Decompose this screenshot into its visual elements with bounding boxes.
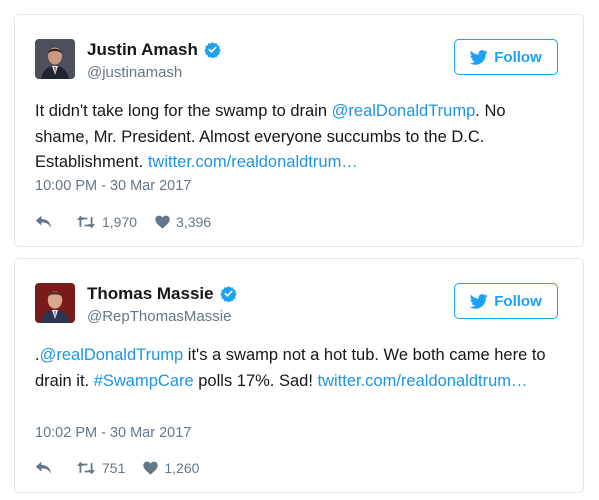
retweet-count: 751 [102, 460, 126, 476]
user-handle[interactable]: @justinamash [87, 64, 182, 81]
twitter-bird-icon [470, 49, 488, 65]
user-handle[interactable]: @RepThomasMassie [87, 308, 231, 325]
tweet-timestamp[interactable]: 10:00 PM - 30 Mar 2017 [35, 178, 191, 194]
avatar[interactable] [35, 283, 75, 323]
heart-icon [143, 461, 159, 475]
display-name[interactable]: Thomas Massie [87, 284, 237, 307]
url-link[interactable]: twitter.com/realdonaldtrum… [318, 372, 528, 390]
verified-badge-icon [204, 41, 221, 63]
like-count: 1,260 [164, 460, 200, 476]
follow-button[interactable]: Follow [454, 39, 558, 75]
hashtag-link[interactable]: #SwampCare [94, 372, 194, 390]
like-button[interactable]: 1,260 [143, 460, 199, 476]
tweet-text-segment: It didn't take long for the swamp to dra… [35, 102, 332, 120]
retweet-count: 1,970 [102, 214, 138, 230]
tweet-text: .@realDonaldTrump it's a swamp not a hot… [35, 343, 563, 394]
mention-link[interactable]: @realDonaldTrump [40, 346, 184, 364]
tweet-card: Thomas Massie @RepThomasMassie Follow .@… [14, 258, 584, 493]
tweet-text: It didn't take long for the swamp to dra… [35, 99, 563, 176]
display-name-text[interactable]: Justin Amash [87, 40, 198, 59]
tweet-actions: 1,970 3,396 [35, 214, 211, 230]
mention-link[interactable]: @realDonaldTrump [332, 102, 476, 120]
reply-button[interactable] [35, 461, 52, 475]
follow-button[interactable]: Follow [454, 283, 558, 319]
like-count: 3,396 [176, 214, 212, 230]
avatar[interactable] [35, 39, 75, 79]
twitter-bird-icon [470, 293, 488, 309]
follow-label: Follow [494, 292, 542, 310]
tweet-card: Justin Amash @justinamash Follow It didn… [14, 14, 584, 247]
url-link[interactable]: twitter.com/realdonaldtrum… [148, 153, 358, 171]
tweet-timestamp[interactable]: 10:02 PM - 30 Mar 2017 [35, 425, 191, 441]
follow-label: Follow [494, 48, 542, 66]
display-name[interactable]: Justin Amash [87, 40, 221, 63]
reply-icon [35, 461, 52, 474]
heart-icon [155, 215, 170, 229]
like-button[interactable]: 3,396 [155, 214, 211, 230]
retweet-button[interactable]: 1,970 [76, 214, 137, 230]
display-name-text[interactable]: Thomas Massie [87, 284, 214, 303]
retweet-icon [76, 215, 96, 229]
reply-icon [35, 215, 52, 228]
retweet-button[interactable]: 751 [76, 460, 125, 476]
verified-badge-icon [219, 285, 237, 307]
tweet-text-segment: polls 17%. Sad! [193, 371, 318, 390]
tweet-actions: 751 1,260 [35, 460, 199, 476]
retweet-icon [76, 461, 96, 475]
reply-button[interactable] [35, 215, 52, 229]
